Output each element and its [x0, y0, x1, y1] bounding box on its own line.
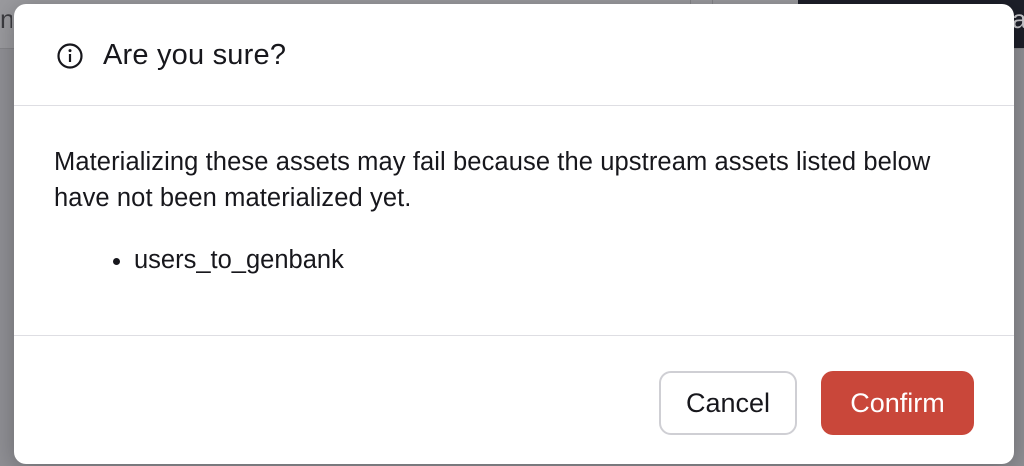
cancel-button[interactable]: Cancel	[659, 371, 797, 435]
dialog-footer: Cancel Confirm	[14, 337, 1014, 464]
confirm-dialog: Are you sure? Materializing these assets…	[14, 4, 1014, 464]
dialog-header: Are you sure?	[14, 4, 1014, 106]
dialog-message: Materializing these assets may fail beca…	[54, 148, 931, 212]
list-item: users_to_genbank	[134, 242, 974, 278]
background-text: n	[0, 4, 12, 34]
confirm-button[interactable]: Confirm	[821, 371, 974, 435]
dialog-title: Are you sure?	[103, 39, 287, 71]
upstream-asset-list: users_to_genbank	[54, 242, 974, 278]
info-icon	[55, 41, 85, 71]
dialog-body: Materializing these assets may fail beca…	[14, 106, 1014, 336]
